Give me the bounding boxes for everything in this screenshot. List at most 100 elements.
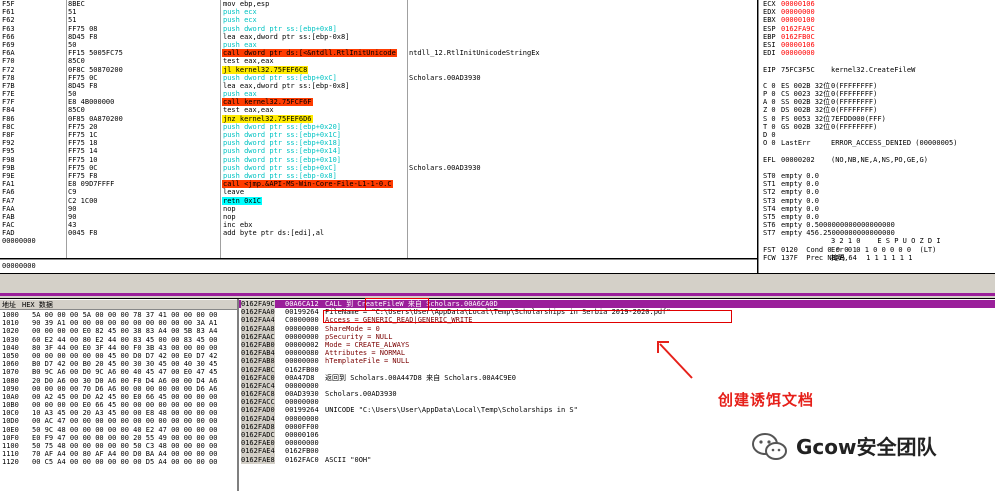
register-row[interactable]: ST2 empty 0.0 bbox=[761, 188, 995, 196]
disassembly-row[interactable]: F69 50 push eax bbox=[0, 41, 757, 49]
stack-row[interactable]: 0162FACC 00000000 bbox=[239, 398, 995, 407]
dump-row[interactable]: 1090 00 00 00 00 70 D6 A6 00 00 00 00 00 … bbox=[0, 385, 237, 393]
dump-row[interactable]: 1110 70 AF A4 00 80 AF A4 00 D0 BA A4 00 … bbox=[0, 450, 237, 458]
dump-row[interactable]: 1050 00 00 00 00 00 00 45 00 D0 D7 42 00 … bbox=[0, 352, 237, 360]
register-row[interactable]: ST4 empty 0.0 bbox=[761, 205, 995, 213]
disassembly-row[interactable]: F63 FF75 08 push dword ptr ss:[ebp+0x8] bbox=[0, 25, 757, 33]
register-row[interactable]: EBX 00000100 bbox=[761, 16, 995, 24]
disassembly-row[interactable]: FAD 0045 F8 add byte ptr ds:[edi],al bbox=[0, 229, 757, 237]
register-row[interactable]: ST3 empty 0.0 bbox=[761, 197, 995, 205]
stack-row[interactable]: 0162FAD0 00199264 UNICODE "C:\Users\User\A… bbox=[239, 406, 995, 415]
stack-row[interactable]: 0162FAA8 00000000 ShareMode = 0 bbox=[239, 324, 995, 333]
disassembly-row[interactable]: F9B FF75 0C push dword ptr ss:[ebp+0xC] Sch… bbox=[0, 164, 757, 172]
disassembly-row[interactable]: F61 51 push ecx bbox=[0, 8, 757, 16]
stack-row[interactable]: 0162FAB8 00000000 hTemplateFile = NULL bbox=[239, 357, 995, 366]
disassembly-row[interactable]: F8C FF75 20 push dword ptr ss:[ebp+0x20] bbox=[0, 123, 757, 131]
disassembly-row[interactable]: F84 85C0 test eax,eax bbox=[0, 106, 757, 114]
cpu-disassembly-pane[interactable]: F5F 8BEC mov ebp,esp F61 51 push ecx F62 51 push… bbox=[0, 0, 757, 258]
register-row[interactable]: EBP 0162FB0C bbox=[761, 33, 995, 41]
register-row[interactable]: O 0 LastErr ERROR_ACCESS_DENIED (00000005) bbox=[761, 139, 995, 147]
dump-row[interactable]: 10F0 E0 F9 47 00 00 00 00 00 20 55 49 00 … bbox=[0, 434, 237, 442]
stack-row[interactable]: 0162FAB0 00000002 Mode = CREATE_ALWAYS bbox=[239, 340, 995, 350]
disassembly-row[interactable]: F98 FF75 10 push dword ptr ss:[ebp+0x10] bbox=[0, 156, 757, 164]
disassembly-row[interactable]: F70 85C0 test eax,eax bbox=[0, 57, 757, 65]
dump-row[interactable]: 1080 20 D0 A6 00 30 D0 A6 00 F0 D4 A6 00 … bbox=[0, 377, 237, 385]
disassembly-row[interactable]: F62 51 push ecx bbox=[0, 16, 757, 24]
stack-row[interactable]: 0162FAAC 00000000 pSecurity = NULL bbox=[239, 332, 995, 341]
disassembly-row[interactable]: F95 FF75 14 push dword ptr ss:[ebp+0x14] bbox=[0, 147, 757, 155]
dump-row[interactable]: 1000 5A 00 00 00 5A 00 00 00 78 37 41 00 … bbox=[0, 311, 237, 319]
register-row[interactable]: D 0 bbox=[761, 131, 995, 139]
register-row[interactable]: FCW 137F Prec NEAR,64 掩码 1 1 1 1 1 1 bbox=[761, 254, 995, 262]
dump-row[interactable]: 10A0 00 A2 45 00 D0 A2 45 00 E0 66 45 00 … bbox=[0, 393, 237, 401]
register-row[interactable]: EIP 75FC3F5C kernel32.CreateFileW bbox=[761, 66, 995, 74]
register-row[interactable] bbox=[761, 57, 995, 65]
register-row[interactable]: 3 2 1 0 E S P U O Z D I bbox=[761, 237, 995, 245]
disassembly-row[interactable]: FAB 90 nop bbox=[0, 213, 757, 221]
stack-row[interactable]: 0162FAB4 00000080 Attributes = NORMAL bbox=[239, 349, 995, 358]
disassembly-row[interactable]: F78 FF75 0C push dword ptr ss:[ebp+0xC] Sch… bbox=[0, 74, 757, 82]
register-row[interactable]: Z 0 DS 002B 32位 0(FFFFFFFF) bbox=[761, 106, 995, 114]
dump-row[interactable]: 1020 00 00 00 00 E0 82 45 00 38 83 A4 00 … bbox=[0, 327, 237, 335]
disassembly-row[interactable]: FA1 E8 09D7FFFF call <jmp.&API-MS-Win-Core… bbox=[0, 180, 757, 189]
dump-row[interactable]: 1030 60 E2 44 00 80 E2 44 00 83 45 00 00 … bbox=[0, 336, 237, 344]
register-row[interactable]: ST1 empty 0.0 bbox=[761, 180, 995, 188]
register-row[interactable] bbox=[761, 74, 995, 82]
disassembly-row[interactable]: F92 FF75 18 push dword ptr ss:[ebp+0x18] bbox=[0, 139, 757, 147]
register-row[interactable]: ST6 empty 0.5000000000000000000 bbox=[761, 221, 995, 229]
dump-row[interactable]: 10D0 00 AC 47 00 00 00 00 00 00 00 00 00 … bbox=[0, 417, 237, 425]
disassembly-row[interactable]: F6A FF15 5005FC75 call dword ptr ds:[<&ntd… bbox=[0, 49, 757, 58]
disassembly-row[interactable]: F8F FF75 1C push dword ptr ss:[ebp+0x1C] bbox=[0, 131, 757, 139]
register-row[interactable]: ESI 00000106 bbox=[761, 41, 995, 49]
disassembly-row[interactable]: 00000000 bbox=[0, 237, 757, 245]
stack-row[interactable]: 0162FAC0 00A47D8 返回到 Scholars.00A447D8 来自 … bbox=[239, 373, 995, 382]
register-row[interactable]: T 0 GS 002B 32位 0(FFFFFFFF) bbox=[761, 123, 995, 131]
register-row[interactable]: FST 0120 Cond 0 0 0 1 Err 0 0 1 0 0 0 0 0 … bbox=[761, 246, 995, 254]
register-row[interactable]: EDX 00000000 bbox=[761, 8, 995, 16]
register-row[interactable] bbox=[761, 164, 995, 172]
registers-pane[interactable]: ECX 00000106 EDX 00000000 EBX 00000100 ESP 0162… bbox=[758, 0, 995, 273]
dump-row[interactable]: 10C0 10 A3 45 00 20 A3 45 00 00 E8 48 00 … bbox=[0, 409, 237, 417]
disassembly-row[interactable]: F66 8D45 F8 lea eax,dword ptr ss:[ebp-0x8] bbox=[0, 33, 757, 41]
dump-row[interactable]: 1010 90 39 A1 00 00 00 00 00 00 00 00 00 … bbox=[0, 319, 237, 327]
stack-row[interactable]: 0162FAD8 0000FF00 bbox=[239, 422, 995, 432]
disassembly-row[interactable]: F7F E8 4B000000 call kernel32.75FCF6F bbox=[0, 98, 757, 107]
disassembly-row[interactable]: F7B 8D45 F8 lea eax,dword ptr ss:[ebp-0x8] bbox=[0, 82, 757, 90]
dump-row[interactable]: 1070 B0 9C A6 00 D0 9C A6 00 40 45 47 00 … bbox=[0, 368, 237, 376]
register-name: EDI bbox=[763, 49, 776, 58]
disassembly-row[interactable]: FA6 C9 leave bbox=[0, 188, 757, 196]
disassembly-row[interactable]: F72 0F8C 50870200 jl kernel32.75FEF6C8 bbox=[0, 65, 757, 74]
register-row[interactable] bbox=[761, 147, 995, 155]
register-row[interactable]: ST0 empty 0.0 bbox=[761, 172, 995, 180]
dump-hex: B0 D7 42 00 B0 20 45 00 30 30 45 00 40 3… bbox=[32, 360, 218, 369]
disassembly-row[interactable]: FAA 90 nop bbox=[0, 205, 757, 213]
disassembly-row[interactable]: F7E 50 push eax bbox=[0, 90, 757, 98]
stack-address: 0162FAA0 bbox=[241, 308, 275, 317]
disassembly-row[interactable]: FAC 43 inc ebx bbox=[0, 221, 757, 229]
dump-row[interactable]: 10B0 00 00 00 00 E0 66 45 00 00 00 00 00 … bbox=[0, 401, 237, 409]
register-row[interactable]: ECX 00000106 bbox=[761, 0, 995, 8]
register-row[interactable]: S 0 FS 0053 32位 7EFDD000(FFF) bbox=[761, 115, 995, 123]
dump-row[interactable]: 1060 B0 D7 42 00 B0 20 45 00 30 30 45 00 … bbox=[0, 360, 237, 368]
disassembly-row[interactable]: F5F 8BEC mov ebp,esp bbox=[0, 0, 757, 8]
dump-row[interactable]: 1120 00 C5 A4 00 00 00 00 00 00 D5 A4 00 … bbox=[0, 458, 237, 466]
dump-row[interactable]: 1040 80 3F 44 00 E0 3F 44 00 F0 3B 43 00 … bbox=[0, 344, 237, 352]
register-row[interactable]: ST5 empty 0.0 bbox=[761, 213, 995, 221]
stack-header-row[interactable]: 0162FA9C 00A6CA12 CALL 到 CreateFileW 来自 … bbox=[239, 300, 995, 309]
dump-row[interactable]: 1100 50 75 48 00 00 00 00 00 50 C3 48 00 … bbox=[0, 442, 237, 450]
stack-pane[interactable]: 0162FA9C 00A6CA12 CALL 到 CreateFileW 来自 … bbox=[239, 299, 995, 491]
register-row[interactable]: ST7 empty 456.25000000000000000 bbox=[761, 229, 995, 237]
register-row[interactable]: ESP 0162FA9C bbox=[761, 25, 995, 33]
stack-row[interactable]: 0162FABC 0162FB00 bbox=[239, 365, 995, 374]
disassembly-row[interactable]: FA7 C2 1C00 retn 0x1C bbox=[0, 196, 757, 205]
stack-row[interactable]: 0162FAC8 00AD3930 Scholars.00AD3930 bbox=[239, 390, 995, 399]
register-row[interactable]: C 0 ES 002B 32位 0(FFFFFFFF) bbox=[761, 82, 995, 90]
register-row[interactable]: EFL 00000202 (NO,NB,NE,A,NS,PO,GE,G) bbox=[761, 156, 995, 164]
stack-row[interactable]: 0162FAD4 00000000 bbox=[239, 414, 995, 423]
disassembly-row[interactable]: F9E FF75 F8 push dword ptr ss:[ebp-0x8] bbox=[0, 172, 757, 180]
register-row[interactable]: EDI 00000000 bbox=[761, 49, 995, 57]
memory-dump-pane[interactable]: 1000 5A 00 00 00 5A 00 00 00 78 37 41 00 … bbox=[0, 299, 237, 491]
disassembly-row[interactable]: F86 0F85 0A870200 jnz kernel32.75FEF6D6 bbox=[0, 114, 757, 123]
dump-row[interactable]: 10E0 50 9C 48 00 00 00 00 00 40 E2 47 00 … bbox=[0, 426, 237, 434]
stack-row[interactable]: 0162FAC4 00000000 bbox=[239, 381, 995, 391]
